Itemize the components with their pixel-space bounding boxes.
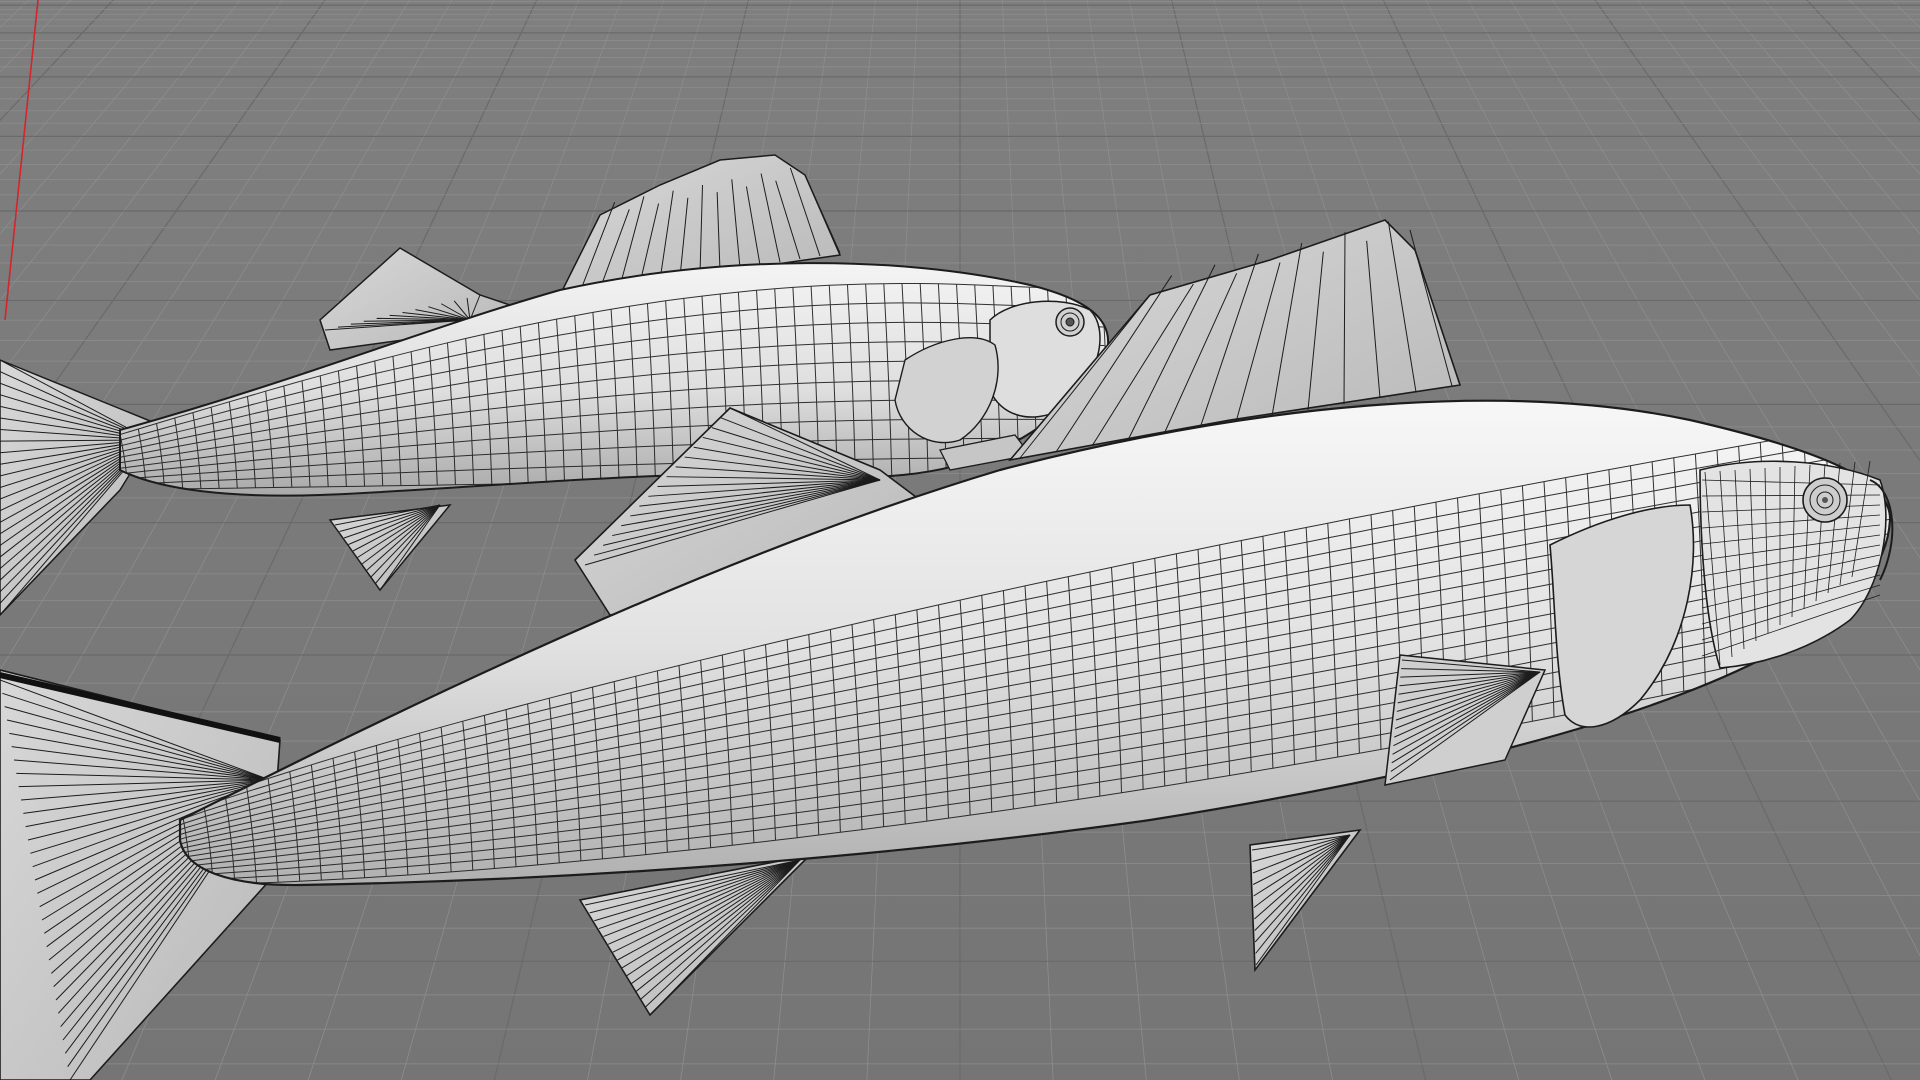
fish-front-anal-fin[interactable] — [578, 853, 813, 1017]
fish-back-anal-fin[interactable] — [328, 504, 452, 592]
fish-front-pelvic-fin[interactable] — [1249, 828, 1362, 973]
viewport-scene[interactable] — [0, 0, 1920, 1080]
perspective-viewport[interactable] — [0, 0, 1920, 1080]
fish-back-tail-fin[interactable] — [0, 359, 162, 617]
fish-front-pectoral-fin[interactable] — [1384, 654, 1547, 786]
world-axis-line — [4, 0, 39, 321]
